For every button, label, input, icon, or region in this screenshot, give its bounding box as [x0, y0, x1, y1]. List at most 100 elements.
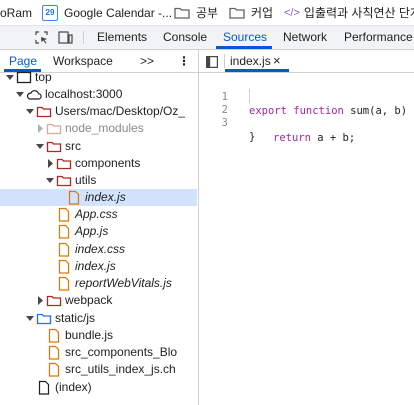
bookmark-label: 공부	[196, 6, 219, 20]
file-icon	[58, 224, 70, 239]
bookmark-label: oRam	[0, 5, 33, 20]
code-keyword: return	[273, 132, 311, 144]
tree-row[interactable]: (index)	[0, 379, 197, 396]
tree-row[interactable]: reportWebVitals.js	[0, 275, 197, 292]
tree-row[interactable]: index.js	[0, 189, 197, 206]
code-rest: a + b;	[310, 132, 356, 144]
frame-icon	[16, 71, 32, 84]
tree-row-label: localhost:3000	[45, 87, 123, 101]
code-line: 2 return a + b;	[199, 89, 414, 144]
bookmark-folder-coup[interactable]: 커업	[229, 0, 273, 25]
chevron-down-icon[interactable]	[26, 103, 34, 120]
folder-icon	[229, 7, 245, 19]
tree-row-label: utils	[75, 173, 97, 187]
toolbar-divider	[83, 31, 84, 44]
tree-row-label: (index)	[55, 380, 92, 394]
calendar-icon-number: 29	[45, 7, 55, 17]
tree-row-label: components	[75, 156, 141, 170]
tree-row-label: webpack	[65, 293, 113, 307]
chevron-down-icon[interactable]	[6, 69, 14, 86]
bookmark-folder-study[interactable]: 공부	[174, 0, 218, 25]
bookmark-label: 커업	[251, 6, 274, 20]
file-icon	[58, 259, 70, 274]
tree-row[interactable]: static/js	[0, 310, 197, 327]
inspect-element-icon[interactable]	[35, 31, 48, 44]
file-icon	[58, 207, 70, 222]
code-line: 3 }	[199, 102, 414, 143]
code-icon: </>	[284, 6, 300, 19]
tree-row[interactable]: index.css	[0, 241, 197, 258]
tree-row-label: index.js	[75, 259, 116, 273]
tab-performance[interactable]: Performance	[344, 26, 413, 49]
device-toolbar-icon[interactable]	[58, 31, 73, 44]
tree-row[interactable]: components	[0, 155, 197, 172]
tree-row-label: src_components_Blo	[65, 345, 178, 359]
folder-icon	[46, 295, 62, 307]
chevron-down-icon[interactable]	[36, 138, 44, 155]
file-icon	[48, 328, 60, 343]
line-number: 3	[221, 117, 228, 129]
tree-row-label: src	[65, 139, 81, 153]
chevron-right-icon[interactable]	[36, 120, 44, 137]
tree-row-label: bundle.js	[65, 328, 114, 342]
tree-row[interactable]: App.js	[0, 223, 197, 240]
file-icon	[58, 276, 70, 291]
calendar-icon: 29	[42, 4, 58, 21]
tree-row[interactable]: localhost:3000	[0, 86, 197, 103]
chevron-right-icon[interactable]	[36, 292, 44, 309]
tree-row-label: node_modules	[65, 121, 144, 135]
tree-row[interactable]: src_utils_index_js.ch	[0, 361, 197, 378]
editor-tabbar: index.js ×	[199, 50, 414, 73]
tree-row-label: index.js	[85, 190, 126, 204]
tree-row[interactable]: bundle.js	[0, 327, 197, 344]
bookmarks-bar: oRam 29 Google Calendar -... 공부 커업 </> 입…	[0, 0, 414, 26]
tree-row[interactable]: webpack	[0, 292, 197, 309]
bookmark-io-arithmetic[interactable]: </> 입출력과 사칙연산 단계	[284, 0, 414, 25]
tab-network[interactable]: Network	[283, 26, 327, 49]
active-tab-indicator	[216, 46, 272, 49]
bookmark-label: Google Calendar -...	[64, 5, 173, 20]
tab-elements[interactable]: Elements	[97, 26, 147, 49]
folder-icon	[56, 175, 72, 187]
tree-row-label: src_utils_index_js.ch	[65, 362, 176, 376]
tree-row[interactable]: src	[0, 138, 197, 155]
tab-console[interactable]: Console	[163, 26, 207, 49]
tree-row-label: reportWebVitals.js	[75, 276, 172, 290]
chevron-down-icon[interactable]	[16, 86, 24, 103]
tree-row[interactable]: node_modules	[0, 120, 197, 137]
tree-row[interactable]: index.js	[0, 258, 197, 275]
file-icon	[58, 242, 70, 257]
indent-guide	[249, 89, 250, 103]
cloud-icon	[26, 90, 42, 100]
editor-tab-indicator	[225, 69, 289, 72]
folder-icon	[46, 141, 62, 153]
tree-row-label: index.css	[75, 242, 126, 256]
tree-row-label: top	[35, 70, 52, 84]
tree-row-label: Users/mac/Desktop/Oz_	[55, 104, 186, 118]
file-icon	[68, 190, 80, 205]
tree-row[interactable]: utils	[0, 172, 197, 189]
code-line: 1 export function sum(a, b) {	[199, 76, 414, 117]
tree-row[interactable]: App.css	[0, 206, 197, 223]
code-text: }	[249, 131, 256, 143]
file-icon	[48, 362, 60, 377]
tree-row[interactable]: top	[0, 69, 197, 86]
bookmark-google-calendar[interactable]: 29 Google Calendar -...	[42, 0, 172, 25]
chevron-down-icon[interactable]	[46, 172, 54, 189]
chevron-down-icon[interactable]	[26, 310, 34, 327]
bookmark-label: 입출력과 사칙연산 단계	[303, 6, 414, 20]
tree-row-label: static/js	[55, 311, 96, 325]
tree-row[interactable]: Users/mac/Desktop/Oz_	[0, 103, 197, 120]
folder-icon	[36, 313, 52, 325]
folder-icon	[46, 123, 62, 135]
toggle-navigator-icon[interactable]	[206, 55, 219, 69]
chevron-right-icon[interactable]	[46, 155, 54, 172]
folder-icon	[56, 158, 72, 170]
bookmark-item[interactable]: oRam	[0, 0, 32, 25]
tree-row[interactable]: src_components_Blo	[0, 344, 197, 361]
tree-row-label: App.css	[75, 207, 118, 221]
devtools-tabbar: Elements Console Sources Network Perform…	[0, 26, 414, 50]
file-icon	[38, 380, 50, 395]
folder-icon	[174, 7, 190, 19]
folder-icon	[36, 106, 52, 118]
